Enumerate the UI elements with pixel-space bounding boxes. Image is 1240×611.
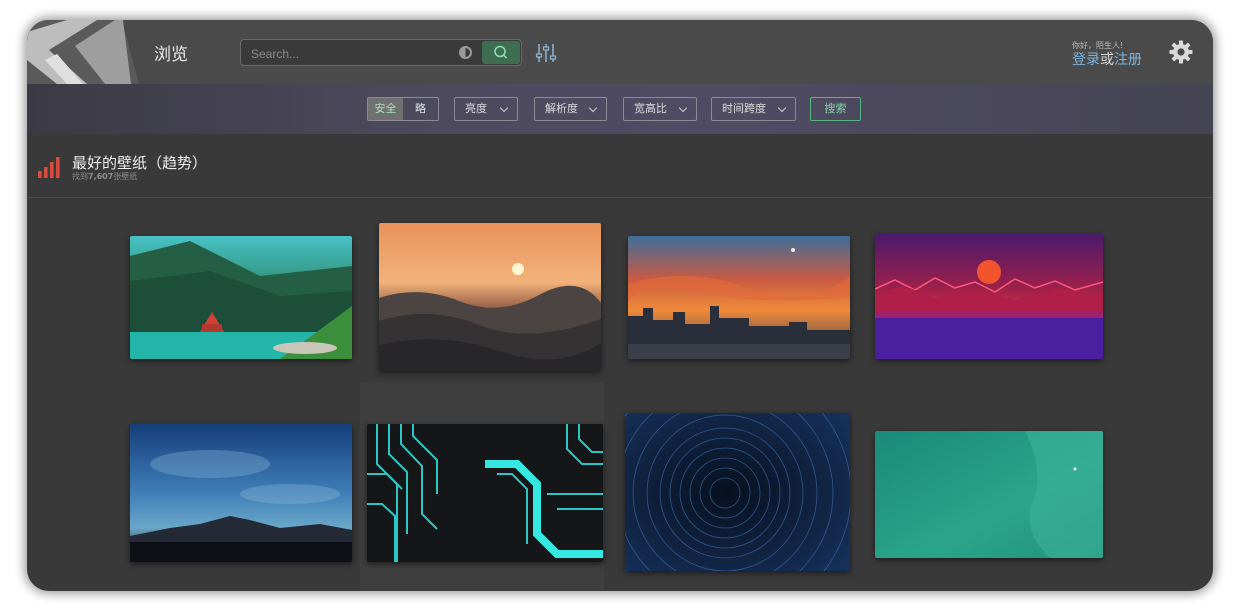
wallpaper-thumb-star-trails[interactable] [625, 413, 850, 571]
wallpaper-thumb-mountain-sky[interactable] [130, 424, 352, 562]
purity-sketchy-toggle[interactable]: 略 [403, 98, 438, 120]
login-link[interactable]: 登录 [1072, 52, 1100, 68]
wallpaper-thumb-city-sunset[interactable] [628, 236, 850, 359]
wallpaper-thumb-lake-house[interactable] [130, 236, 352, 359]
filter-bar: 安全 略 亮度 解析度 宽高比 时间跨度 搜索 [27, 84, 1213, 134]
search-icon [494, 45, 508, 59]
chevron-down-icon [499, 103, 509, 113]
wallpaper-image [379, 223, 601, 371]
chevron-down-icon [777, 103, 787, 113]
trending-bars-icon [38, 157, 60, 178]
result-count: 找到7,607张壁纸 [72, 171, 137, 182]
wallpaper-image [625, 413, 850, 571]
brightness-dropdown[interactable]: 亮度 [454, 97, 518, 121]
search-input[interactable] [249, 43, 453, 64]
wallpaper-image [367, 424, 603, 562]
wallpaper-image [130, 236, 352, 359]
chevron-down-icon [588, 103, 598, 113]
wallpaper-thumb-synthwave-moon[interactable] [875, 234, 1103, 359]
result-count-suffix: 张壁纸 [113, 172, 138, 181]
contrast-toggle-icon[interactable] [459, 46, 472, 59]
resolution-label: 解析度 [545, 102, 578, 115]
section-header: 最好的壁纸（趋势） 找到7,607张壁纸 [27, 134, 1213, 197]
wallpaper-thumb-circuit-board[interactable] [367, 424, 603, 562]
time-range-label: 时间跨度 [722, 102, 766, 115]
aspect-ratio-label: 宽高比 [634, 102, 667, 115]
wallpaper-image [875, 431, 1103, 558]
result-count-number: 7,607 [88, 172, 114, 181]
site-logo[interactable] [27, 20, 139, 84]
filter-search-button[interactable]: 搜索 [810, 97, 861, 121]
auth-links: 登录或注册 [1072, 49, 1142, 69]
chevron-down-icon [678, 103, 688, 113]
aspect-ratio-dropdown[interactable]: 宽高比 [623, 97, 697, 121]
wallpaper-thumb-aerial-ocean[interactable] [875, 431, 1103, 558]
auth-or-text: 或 [1100, 52, 1114, 68]
brightness-label: 亮度 [465, 102, 487, 115]
search-box [240, 39, 522, 66]
top-header: 浏览 你好，陌生人! 登录或注册 [27, 20, 1213, 84]
sliders-icon[interactable] [535, 42, 557, 64]
search-button[interactable] [482, 41, 520, 64]
result-count-prefix: 找到 [72, 172, 88, 181]
purity-safe-toggle[interactable]: 安全 [368, 98, 403, 120]
purity-toggle: 安全 略 [367, 97, 439, 121]
wallpaper-image [628, 236, 850, 359]
section-title: 最好的壁纸（趋势） [72, 154, 208, 172]
wallpaper-image [130, 424, 352, 562]
register-link[interactable]: 注册 [1114, 52, 1142, 68]
resolution-dropdown[interactable]: 解析度 [534, 97, 607, 121]
wallpaper-thumb-sunset-waves[interactable] [379, 223, 601, 371]
gear-icon[interactable] [1169, 40, 1193, 64]
time-range-dropdown[interactable]: 时间跨度 [711, 97, 796, 121]
wallpaper-image [875, 234, 1103, 359]
nav-title-browse[interactable]: 浏览 [154, 40, 188, 65]
app-window: 浏览 你好，陌生人! 登录或注册 [27, 20, 1213, 591]
section-divider [27, 197, 1213, 198]
